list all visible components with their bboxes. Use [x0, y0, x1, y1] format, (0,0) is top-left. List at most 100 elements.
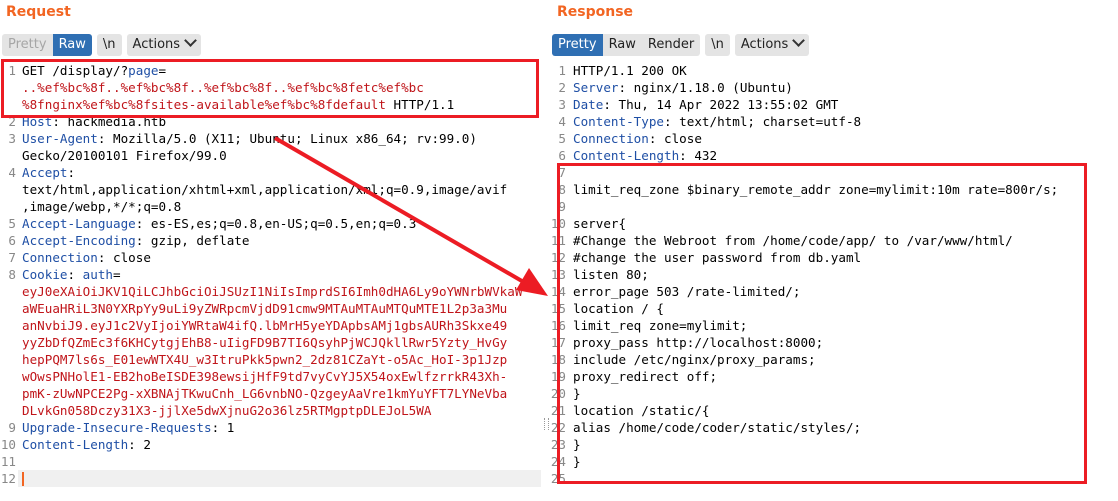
text-segment: HTTP/1.1 200 OK [573, 63, 687, 78]
chevron-down-icon [792, 34, 806, 47]
line-text: #change the user password from db.yaml [573, 249, 861, 266]
line-text: DLvkGn058Dczy31X3-jjlXe5dwXjnuG2o36lz5RT… [22, 402, 431, 419]
line-text: hepPQM7ls6s_E01ewWTX4U_w3ItruPkk5pwn2_2d… [22, 351, 507, 368]
line-text: alias /home/code/coder/static/styles/; [573, 419, 861, 436]
raw-button[interactable]: Raw [602, 34, 642, 56]
line-text: Content-Length: 2 [22, 436, 151, 453]
code-line: 12 #change the user password from db.yaml [550, 249, 1118, 266]
text-segment: : text/html; charset=utf-8 [664, 114, 862, 129]
newline-toggle-button[interactable]: \n [96, 34, 122, 56]
line-text: } [573, 436, 581, 453]
render-button[interactable]: Render [641, 34, 701, 56]
code-line: 5 Accept-Language: es-ES,es;q=0.8,en-US;q… [0, 215, 541, 232]
pretty-button[interactable]: Pretty [2, 34, 53, 56]
pretty-button[interactable]: Pretty [552, 34, 603, 56]
response-view-toggle: Pretty Raw Render [552, 34, 701, 56]
line-text: Accept-Encoding: gzip, deflate [22, 232, 249, 249]
line-number: 6 [558, 148, 566, 163]
splitter-handle-icon[interactable] [544, 418, 549, 430]
panel-splitter[interactable] [541, 0, 550, 501]
line-number: 12 [550, 250, 566, 265]
response-title: Response [557, 4, 634, 20]
line-number: 3 [558, 97, 566, 112]
line-text: Content-Type: text/html; charset=utf-8 [573, 113, 861, 130]
line-number: 9 [558, 199, 566, 214]
line-number: 24 [550, 454, 566, 469]
line-text: text/html,application/xhtml+xml,applicat… [22, 181, 507, 198]
header-name: Host [22, 114, 53, 129]
code-line: eyJ0eXAiOiJKV1QiLCJhbGciOiJSUzI1NiIsImpr… [0, 283, 541, 300]
actions-dropdown[interactable]: Actions [126, 34, 202, 56]
line-number: 13 [550, 267, 566, 282]
text-segment: text/html,application/xhtml+xml,applicat… [22, 182, 508, 197]
request-view-toggle: Pretty Raw [2, 34, 92, 56]
text-segment: limit_req zone=mylimit; [573, 318, 748, 333]
line-number: 12 [0, 471, 16, 486]
code-line: 5 Connection: close [550, 130, 1118, 147]
line-text: Upgrade-Insecure-Requests: 1 [22, 419, 234, 436]
line-number: 23 [550, 437, 566, 452]
raw-button[interactable]: Raw [52, 34, 92, 56]
text-segment: = [113, 267, 121, 282]
text-segment: ,image/webp,*/*;q=0.8 [22, 199, 182, 214]
code-line: aWEuaHRiL3N0YXRpYy9uLi9yZWRpcmVjdD91cmw9… [0, 300, 541, 317]
line-text: location / { [573, 300, 664, 317]
line-text: include /etc/nginx/proxy_params; [573, 351, 816, 368]
line-number: 15 [550, 301, 566, 316]
line-text: Date: Thu, 14 Apr 2022 13:55:02 GMT [573, 96, 838, 113]
newline-toggle-button[interactable]: \n [705, 34, 730, 56]
line-number: 7 [8, 250, 16, 265]
header-name: auth [82, 267, 114, 282]
response-editor[interactable]: 1 HTTP/1.1 200 OK 2 Server: nginx/1.18.0 (U… [550, 62, 1118, 501]
line-text: limit_req_zone $binary_remote_addr zone=… [573, 181, 1058, 198]
header-name: Accept-Language [22, 216, 136, 231]
line-number: 21 [550, 403, 566, 418]
actions-dropdown[interactable]: Actions [734, 34, 810, 56]
line-text: proxy_pass http://localhost:8000; [573, 334, 823, 351]
line-text: yyZbDfQZmEc3f6KHCytgjEhB8-uIigFD9B7TI6Qs… [22, 334, 507, 351]
line-number: 14 [550, 284, 566, 299]
request-editor[interactable]: 1 GET /display/?page= ..%ef%bc%8f..%ef%bc%… [0, 62, 541, 501]
text-segment: : nginx/1.18.0 (Ubuntu) [618, 80, 793, 95]
text-segment: proxy_redirect off; [573, 369, 718, 384]
code-line: 18 include /etc/nginx/proxy_params; [550, 351, 1118, 368]
line-text: } [573, 385, 581, 402]
header-name: Content-Type [573, 114, 664, 129]
text-segment: GET /display/? [22, 63, 129, 78]
code-line: 25 [550, 470, 1118, 487]
line-number: 25 [550, 471, 566, 486]
header-name: Upgrade-Insecure-Requests [22, 420, 212, 435]
text-segment: : 432 [679, 148, 718, 163]
encoded-value: ..%ef%bc%8f..%ef%bc%8f..%ef%bc%8f..%ef%b… [22, 80, 424, 95]
line-number: 1 [8, 63, 16, 78]
line-text: Content-Length: 432 [573, 147, 717, 164]
encoded-value: eyJ0eXAiOiJKV1QiLCJhbGciOiJSUzI1NiIsImpr… [22, 284, 523, 299]
line-text: %8fnginx%ef%bc%8fsites-available%ef%bc%8… [22, 96, 454, 113]
text-segment: error_page 503 /rate-limited/; [573, 284, 801, 299]
request-toolbar: Pretty Raw \n Actions [2, 34, 202, 56]
header-name: Cookie [22, 267, 68, 282]
request-title: Request [6, 4, 71, 20]
line-number: 22 [550, 420, 566, 435]
line-text: proxy_redirect off; [573, 368, 717, 385]
text-segment: = [158, 63, 167, 78]
line-number: 11 [550, 233, 566, 248]
text-segment: } [573, 454, 581, 469]
text-segment: server{ [573, 216, 627, 231]
line-text: anNvbiJ9.eyJ1c2VyIjoiYWRtaW4ifQ.lbMrH5ye… [22, 317, 507, 334]
line-number: 5 [8, 216, 16, 231]
text-segment: proxy_pass http://localhost:8000; [573, 335, 824, 350]
code-line: DLvkGn058Dczy31X3-jjlXe5dwXjnuG2o36lz5RT… [0, 402, 541, 419]
line-number: 8 [558, 182, 566, 197]
chevron-down-icon [184, 34, 197, 47]
text-segment: : close [648, 131, 702, 146]
line-number: 6 [8, 233, 16, 248]
text-segment: : 1 [211, 420, 235, 435]
code-line: 16 limit_req zone=mylimit; [550, 317, 1118, 334]
text-segment: location /static/{ [573, 403, 710, 418]
line-number: 19 [550, 369, 566, 384]
code-line: 15 location / { [550, 300, 1118, 317]
line-text: GET /display/?page= [22, 62, 166, 79]
line-text: listen 80; [573, 266, 649, 283]
line-text: Accept: [22, 164, 75, 181]
